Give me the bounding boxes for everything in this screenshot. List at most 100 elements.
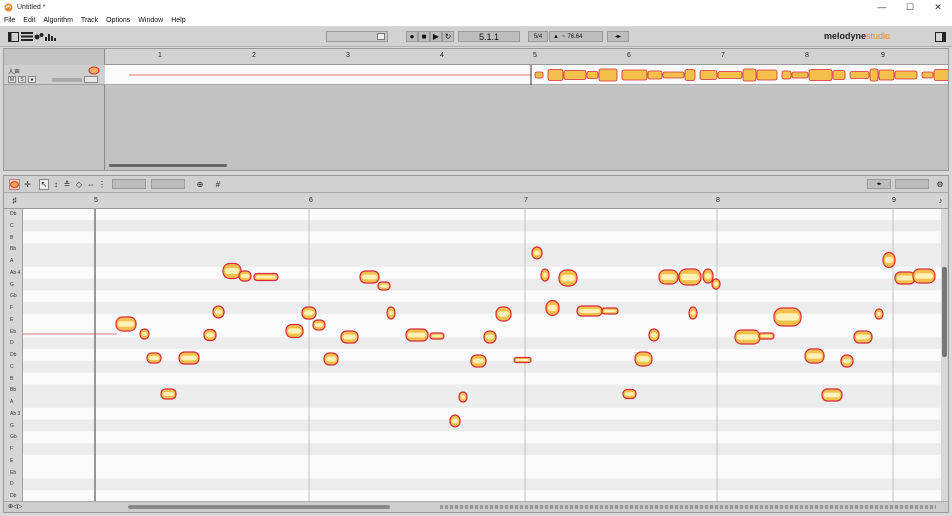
bar-6-label: 6 xyxy=(627,52,631,59)
note-blob-core xyxy=(714,282,718,286)
tempo-detect-button[interactable]: ◂▸ xyxy=(607,31,629,42)
menu-algorithm[interactable]: Algorithm xyxy=(43,17,73,24)
maximize-icon[interactable]: ☐ xyxy=(896,0,924,14)
menu-track[interactable]: Track xyxy=(81,17,98,24)
pointer-tool-icon[interactable]: ↖ xyxy=(39,179,49,190)
tool-icon[interactable] xyxy=(34,31,44,42)
play-icon[interactable]: ▶ xyxy=(430,31,442,42)
note-blob-core xyxy=(498,311,509,317)
tempo-icon: ▲ xyxy=(553,33,559,40)
formant-tool-icon[interactable]: ◇ xyxy=(74,179,84,190)
editor-ruler[interactable]: ♯ 5 6 7 8 9 ♪ xyxy=(4,194,948,209)
mute-button[interactable]: M xyxy=(8,76,16,83)
time-signature-field[interactable]: 5/4 xyxy=(528,31,548,42)
editor-bottom-bar: ⊕◁▷ xyxy=(4,501,948,512)
time-tool-icon[interactable]: ⇔ xyxy=(86,179,96,190)
editor-layout-icon[interactable] xyxy=(8,31,19,42)
waveform-blob xyxy=(662,71,685,79)
inspector-toggle-icon[interactable] xyxy=(935,31,946,42)
track-list-icon[interactable] xyxy=(21,31,33,42)
record-icon[interactable]: ● xyxy=(406,31,418,42)
record-arm-icon[interactable]: ● xyxy=(28,76,36,83)
menu-help[interactable]: Help xyxy=(171,17,185,24)
pitch-tool-icon[interactable]: ↕ xyxy=(51,179,61,190)
pitch-row xyxy=(23,302,941,314)
waveform-blob xyxy=(933,69,952,81)
pitch-row xyxy=(23,372,941,385)
editor-horizontal-scrollbar[interactable] xyxy=(128,505,390,509)
position-display[interactable]: 5.1.1 xyxy=(458,31,520,42)
track-color-icon[interactable] xyxy=(88,66,100,75)
track-pan-knob[interactable] xyxy=(84,76,98,83)
note-blob-core xyxy=(681,273,699,281)
track-volume-slider[interactable] xyxy=(52,78,82,82)
editor-bar-7-label: 7 xyxy=(524,197,528,204)
note-grid[interactable] xyxy=(23,209,941,501)
waveform-blobs xyxy=(534,68,952,82)
note-blob-core xyxy=(579,309,600,313)
close-icon[interactable]: ✕ xyxy=(924,0,952,14)
amplitude-tool-icon[interactable]: ≙ xyxy=(62,179,72,190)
tool-option-field-2[interactable] xyxy=(151,179,185,189)
track-name[interactable]: 人声 xyxy=(8,67,20,76)
tool-option-field-1[interactable] xyxy=(112,179,146,189)
pitch-row xyxy=(23,209,941,220)
note-blob-core xyxy=(181,355,197,361)
grid-icon[interactable]: # xyxy=(212,179,224,190)
loop-icon[interactable]: ↻ xyxy=(442,31,454,42)
waveform-blob xyxy=(756,69,778,81)
pitch-row xyxy=(23,231,941,244)
snap-icon[interactable]: ⊕ xyxy=(194,179,206,190)
bar-7-label: 7 xyxy=(721,52,725,59)
waveform-blob xyxy=(684,69,696,81)
view-field[interactable] xyxy=(895,179,929,189)
title-bar: Untitled * — ☐ ✕ xyxy=(0,0,952,14)
pitch-row xyxy=(23,396,941,408)
pitch-key-label: G xyxy=(10,422,14,429)
track-lane[interactable] xyxy=(105,65,952,85)
pitch-key-label: C xyxy=(10,363,14,370)
menu-options[interactable]: Options xyxy=(106,17,130,24)
note-blob-core xyxy=(856,334,870,340)
stop-icon[interactable]: ■ xyxy=(418,31,430,42)
menu-edit[interactable]: Edit xyxy=(23,17,35,24)
pitch-key-label: D xyxy=(10,340,14,347)
note-blob-core xyxy=(362,274,377,280)
editor-bar-5-label: 5 xyxy=(94,197,98,204)
pitch-key-label: F xyxy=(10,305,14,311)
metronome-icon[interactable]: ♯ xyxy=(10,195,19,206)
vertical-scrollbar[interactable] xyxy=(941,209,948,501)
vertical-scroll-thumb[interactable] xyxy=(942,267,947,357)
menu-window[interactable]: Window xyxy=(138,17,163,24)
pitch-key-label: Db xyxy=(10,211,17,217)
minimize-icon[interactable]: — xyxy=(868,0,896,14)
note-icon[interactable]: ♪ xyxy=(936,195,945,206)
menu-file[interactable]: File xyxy=(4,17,15,24)
tempo-field[interactable]: ▲ ~ 76.64 xyxy=(549,31,603,42)
bar-2-label: 2 xyxy=(252,52,256,59)
horizontal-scrollbar[interactable] xyxy=(109,164,227,167)
level-icon[interactable] xyxy=(45,31,56,42)
arrangement-ruler[interactable]: 1 2 3 4 5 6 7 8 9 xyxy=(105,49,948,65)
zoom-field[interactable]: ◂▸ xyxy=(867,179,891,189)
zoom-icon[interactable]: ⊕◁▷ xyxy=(8,503,22,510)
note-blob-core xyxy=(315,323,323,327)
volume-slider[interactable] xyxy=(326,31,388,42)
separation-tool-icon[interactable]: ⋮ xyxy=(97,179,107,190)
note-blob-core xyxy=(661,274,676,280)
pitch-row xyxy=(23,443,941,455)
note-editor: ✛ ↖ ↕ ≙ ◇ ⇔ ⋮ ⊕ # ◂▸ ⚙ ♯ 5 6 7 8 9 ♪ Db C… xyxy=(3,175,949,513)
pitch-key-label: Db xyxy=(10,493,17,499)
main-tool-icon[interactable] xyxy=(9,179,20,190)
waveform-blob xyxy=(791,71,809,79)
track-header[interactable]: 人声 M S ● xyxy=(4,65,105,85)
pitch-key-label: B xyxy=(10,375,14,382)
settings-icon[interactable]: ⚙ xyxy=(935,179,945,190)
waveform-blob xyxy=(832,70,846,80)
note-blob-core xyxy=(118,321,134,327)
pitch-key-label: A xyxy=(10,399,14,405)
blob-tool-icon[interactable]: ✛ xyxy=(22,179,33,190)
arrangement-waveform xyxy=(129,65,952,85)
pitch-ruler[interactable]: Db C B Bb A Ab 4 G Gb F E Eb D Db C B Bb A Ab 3 G Gb F E Eb D Db xyxy=(4,209,23,501)
solo-button[interactable]: S xyxy=(18,76,26,83)
